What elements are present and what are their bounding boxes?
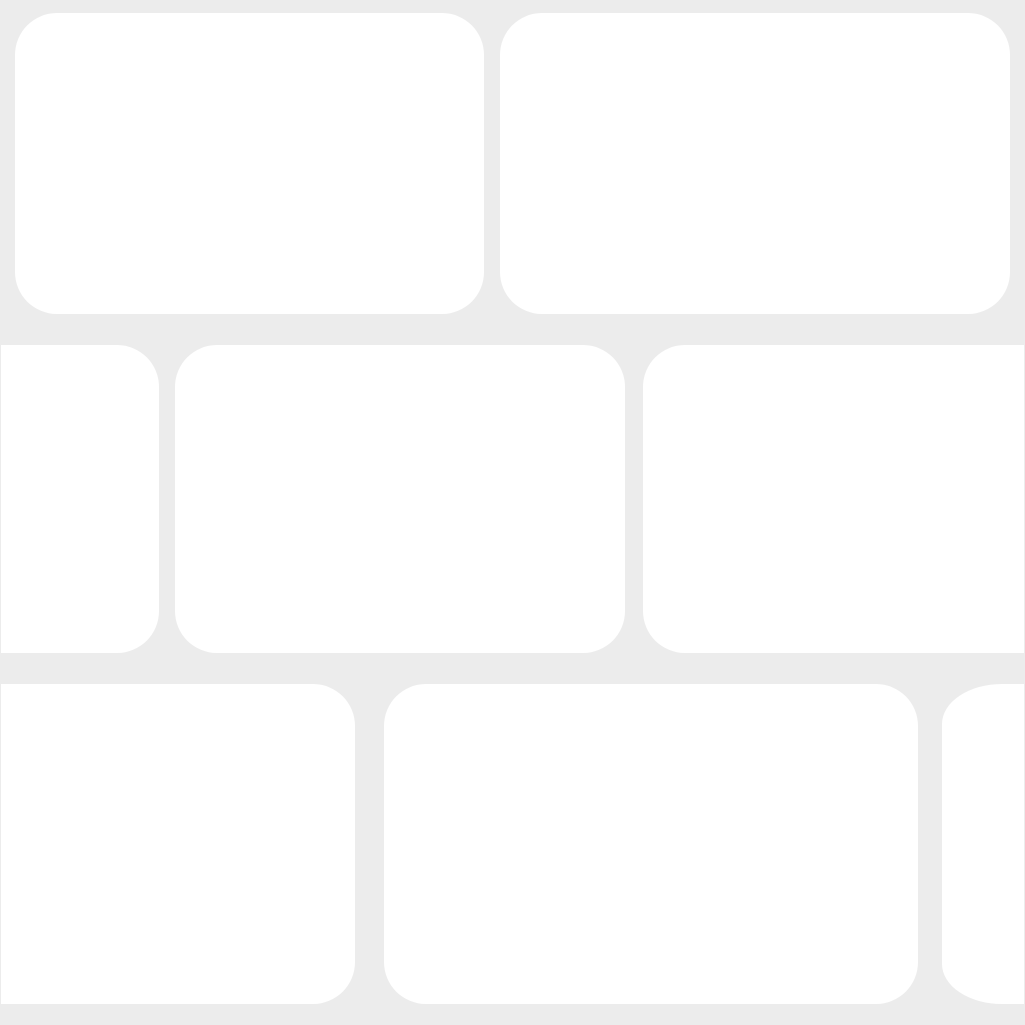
tile-row1-2 [500,13,1010,314]
tile-row2-3 [643,345,1024,653]
tile-row3-1 [1,684,355,1004]
tile-row2-1 [1,345,159,653]
tile-wall [0,0,1025,1025]
tile-row2-2 [175,345,625,653]
tile-row3-3 [942,684,1024,1004]
tile-row3-2 [384,684,918,1004]
tile-row1-1 [15,13,484,314]
